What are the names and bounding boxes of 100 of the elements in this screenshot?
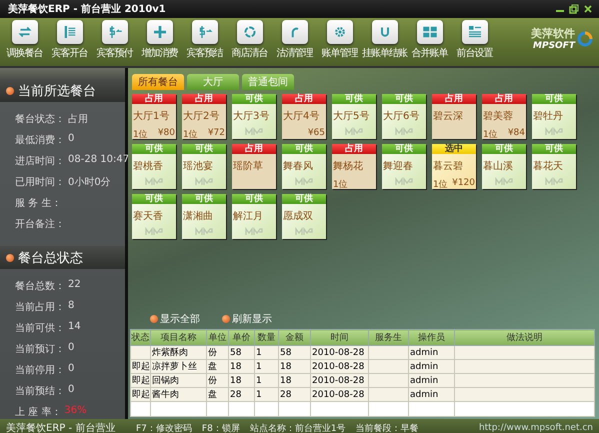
action-link[interactable]: 显示全部 [150,312,200,326]
table-name: 碧桃香 [132,160,164,173]
status-label: 可供 [182,194,226,204]
status-label: 可供 [282,194,326,204]
table-card[interactable]: 可供 瑶池宴 [182,144,226,189]
table-card[interactable]: 占用 舞杨花 1位 [332,144,376,189]
table-name: 舞迎春 [382,160,414,173]
table-cell: 即起 [130,374,150,388]
column-header: 数量 [254,330,278,346]
toolbar-button[interactable]: 宾客预付 [92,20,137,60]
watermark-icon [345,127,363,136]
watermark-icon [145,227,163,236]
status-text: 站点名称：前台营业1号 [250,422,346,433]
status-label: 可供 [132,194,176,204]
table-name: 碧牡丹 [532,110,564,123]
field-value: 0 [68,133,74,146]
toolbar-button[interactable]: 调换餐台 [2,20,47,60]
table-name: 暮云碧 [432,160,464,173]
table-cell: 28 [278,388,310,402]
toolbar-button[interactable]: 宾客预结 [182,20,227,60]
status-label: 可供 [532,94,576,104]
table-card[interactable]: 占用 大厅1号 1位 ¥80 [132,94,176,139]
status-label: 占用 [232,144,276,154]
field-label: 餐台状态： [15,112,65,126]
table-name: 潇湘曲 [182,210,214,223]
table-cell: admin [408,360,454,374]
field-label: 当前预订： [15,342,65,356]
toolbar-button[interactable]: 前台设置 [452,20,497,60]
table-card[interactable]: 占用 瑶阶草 [232,144,276,189]
toolbar-button[interactable]: 商店清台 [227,20,272,60]
column-header: 状态 [130,330,150,346]
column-header: 操作员 [408,330,454,346]
column-header: 服务生 [368,330,408,346]
table-card[interactable]: 可供 赛天香 [132,194,176,239]
tab[interactable]: 所有餐台 [132,74,184,90]
field-label: 当前预结： [15,384,65,398]
table-name: 愿成双 [282,210,314,223]
close-icon[interactable] [583,4,593,14]
toolbar-button[interactable]: 账单管理 [317,20,362,60]
field-label: 开台备注： [15,218,65,232]
toolbar-button[interactable]: 增加消费 [137,20,182,60]
table-cell: 即起 [130,388,150,402]
amount: ¥120 [452,178,475,190]
table-cell: 18 [278,374,310,388]
status-link[interactable]: http://www.mpsoft.net.cn [478,423,593,433]
table-card[interactable]: 选中 暮云碧 1位 ¥120 [432,144,476,189]
status-label: 选中 [432,144,476,154]
table-cell [368,374,408,388]
table-card[interactable]: 可供 舞春风 [282,144,326,189]
toolbar-button[interactable]: 宾客开台 [47,20,92,60]
table-card[interactable]: 占用 碧美蓉 1位 ¥84 [482,94,526,139]
watermark-icon [495,177,513,186]
table-card[interactable]: 可供 舞迎春 [382,144,426,189]
logo-subtitle: MPSOFT [533,41,575,51]
table-name: 大厅1号 [132,110,170,123]
table-cell: 2010-08-28 [310,388,368,402]
action-link[interactable]: 刷新显示 [222,312,272,326]
status-label: 可供 [482,144,526,154]
toolbar-button[interactable]: 沽清管理 [272,20,317,60]
watermark-icon [145,177,163,186]
field-label: 当前停用： [15,364,65,377]
table-card[interactable]: 可供 大厅6号 [382,94,426,139]
guest-count: 1位 [133,128,148,141]
table-cell: 酱牛肉 [150,388,206,402]
status-label: 可供 [382,94,426,104]
watermark-icon [545,127,563,136]
table-card[interactable]: 可供 潇湘曲 [182,194,226,239]
guest-count: 1位 [183,128,198,141]
table-card[interactable]: 可供 愿成双 [282,194,326,239]
field-label: 最低消费： [15,134,65,148]
table-card[interactable]: 可供 大厅5号 [332,94,376,139]
table-card[interactable]: 可供 碧牡丹 [532,94,576,139]
status-text: F8：锁屏 [202,422,240,433]
table-cell: 炸紫酥肉 [150,346,206,360]
table-cell: 凉拌萝卜丝 [150,360,206,374]
table-card[interactable]: 可供 解江月 [232,194,276,239]
table-card[interactable]: 可供 碧桃香 [132,144,176,189]
table-cell [368,346,408,360]
status-label: 可供 [232,94,276,104]
column-header: 做法说明 [454,330,594,346]
section-title: 餐台总状态 [18,250,83,267]
table-card[interactable]: 占用 大厅4号 ¥65 [282,94,326,139]
bullet-icon [6,254,14,262]
toolbar-button[interactable]: 挂账单结账 [362,20,407,60]
table-card[interactable]: 占用 大厅2号 1位 ¥72 [182,94,226,139]
table-name: 大厅6号 [382,110,420,123]
table-name: 大厅3号 [232,110,270,123]
table-name: 舞杨花 [332,160,364,173]
watermark-icon [245,127,263,136]
toolbar-button[interactable]: 合并账单 [407,20,452,60]
column-header: 单位 [206,330,228,346]
field-value: 0 [68,342,74,355]
table-card[interactable]: 可供 大厅3号 [232,94,276,139]
restore-icon[interactable] [569,4,579,14]
table-card[interactable]: 可供 暮山溪 [482,144,526,189]
table-cell: 2010-08-28 [310,346,368,360]
table-card[interactable]: 占用 碧云深 [432,94,476,139]
table-card[interactable]: 可供 暮花天 [532,144,576,189]
table-cell: 回锅肉 [150,374,206,388]
table-name: 舞春风 [282,160,314,173]
